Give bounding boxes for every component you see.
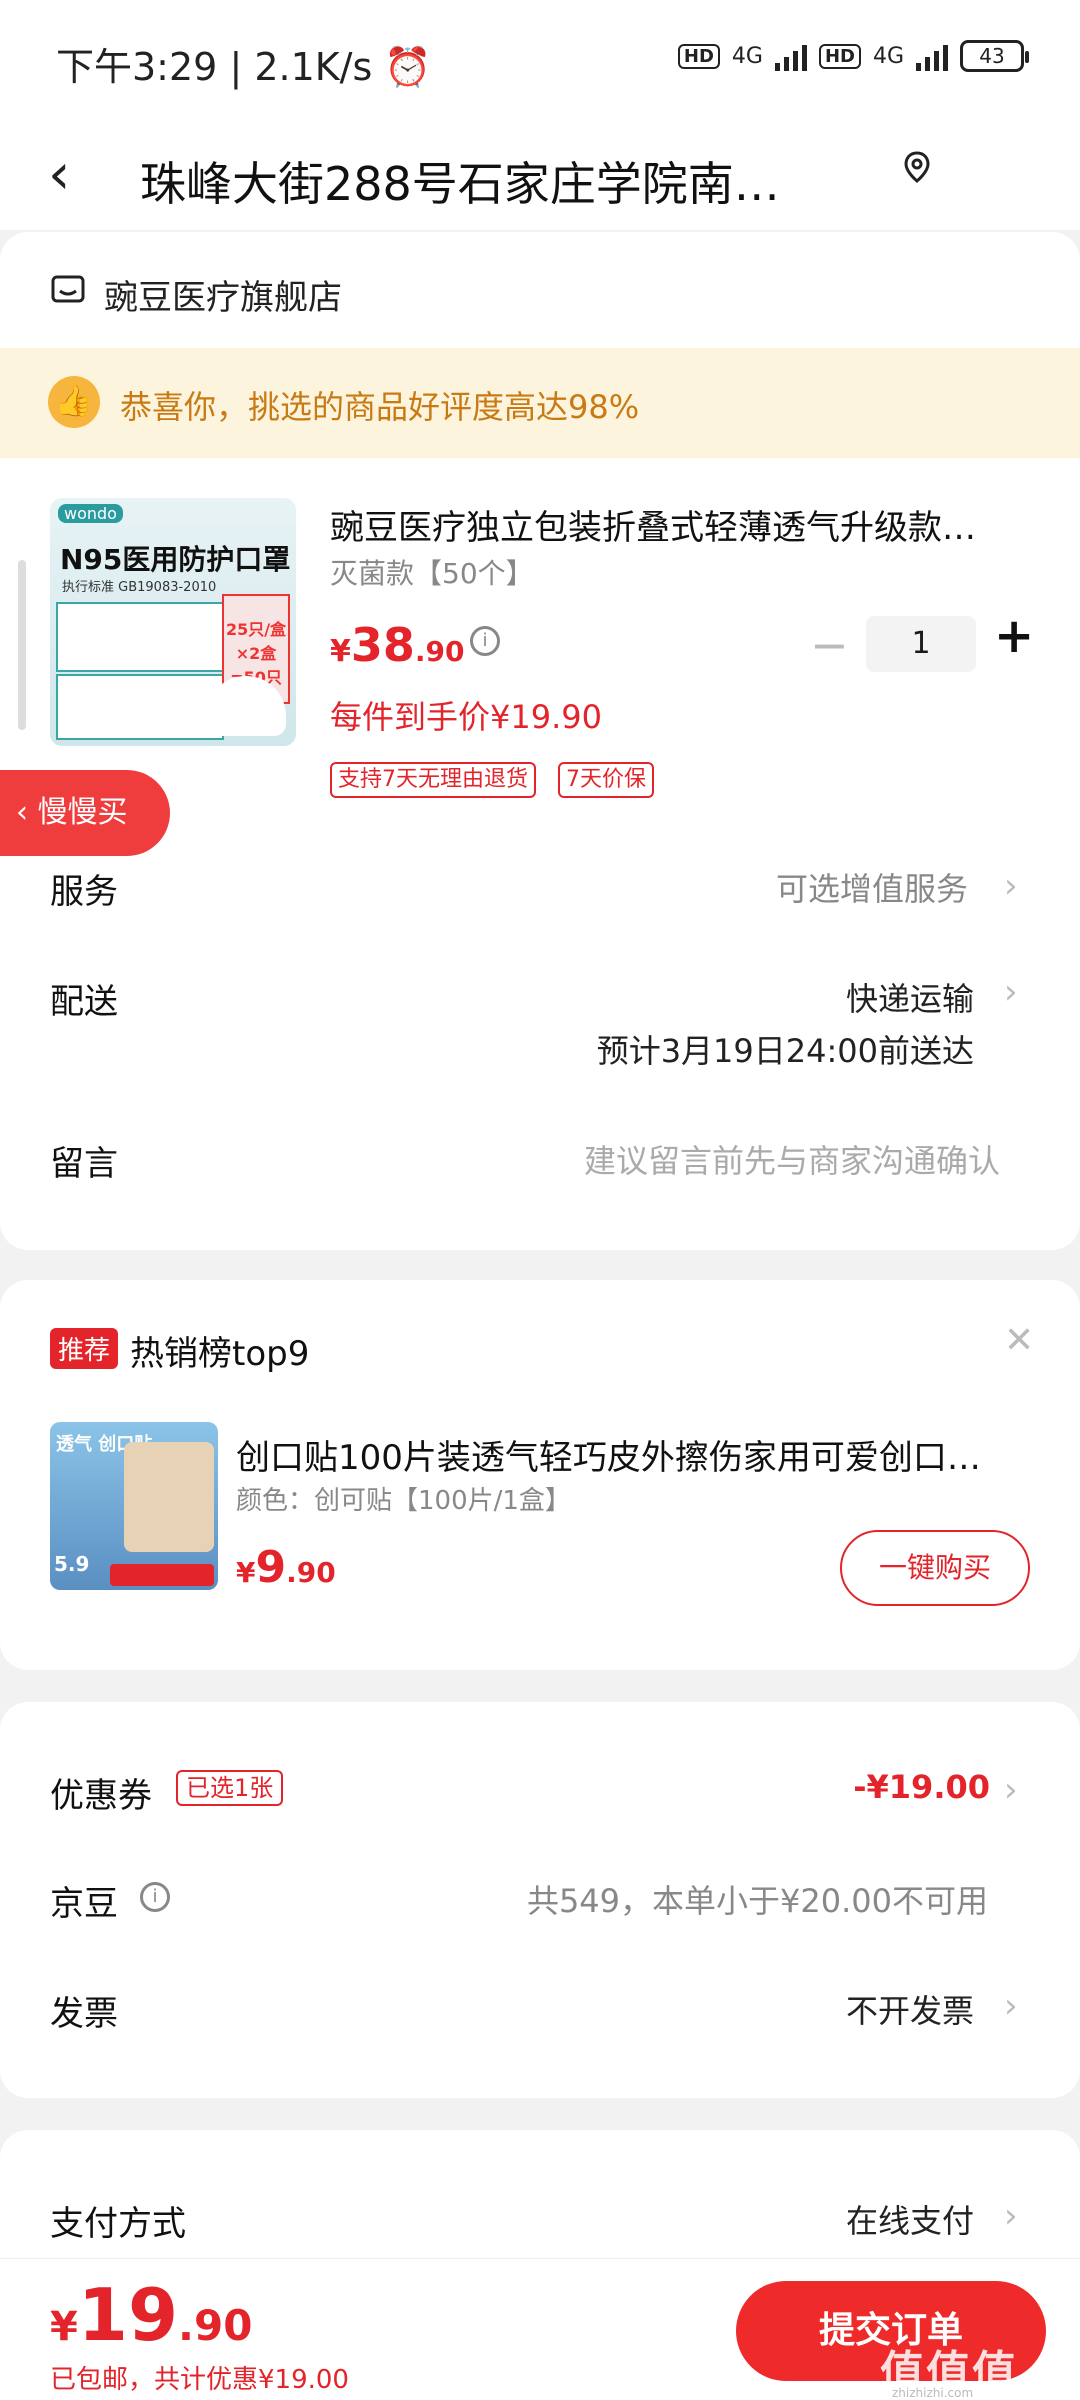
- recommend-badge: 推荐: [50, 1328, 119, 1369]
- price-dec: .90: [286, 1556, 336, 1589]
- price-symbol: ¥: [50, 2304, 78, 2350]
- product-price: ¥38.90: [330, 618, 465, 672]
- praise-banner: 👍 恭喜你，挑选的商品好评度高达98%: [0, 348, 1080, 458]
- coupon-label: 优惠券: [50, 1776, 152, 1816]
- store-icon: [50, 272, 86, 310]
- battery-icon: 43: [960, 40, 1029, 72]
- product-variant[interactable]: 灭菌款【50个】: [330, 552, 534, 592]
- delivery-label: 配送: [50, 982, 118, 1022]
- image-box-2: [56, 674, 224, 740]
- info-icon[interactable]: i: [470, 626, 500, 656]
- price-dec: .90: [414, 635, 465, 668]
- image-title: N95医用防护口罩: [60, 543, 291, 576]
- back-icon[interactable]: ‹: [48, 142, 70, 207]
- recommend-item-name[interactable]: 创口贴100片装透气轻巧皮外擦伤家用可爱创口…: [236, 1430, 1026, 1479]
- image-brand: wondo: [58, 504, 123, 523]
- status-time: 下午3:29 | 2.1K/s ⏰: [56, 45, 432, 89]
- minus-button[interactable]: −: [810, 618, 849, 672]
- total-price: ¥19.90: [50, 2273, 252, 2357]
- plus-button[interactable]: +: [994, 608, 1034, 664]
- scroll-indicator: [18, 560, 26, 730]
- hd-badge-2: HD: [818, 43, 861, 69]
- store-name[interactable]: 豌豆医疗旗舰店: [104, 270, 342, 319]
- per-item-price: 每件到手价¥19.90: [330, 698, 602, 736]
- price-int: 38: [350, 618, 415, 672]
- delivery-address[interactable]: 珠峰大街288号石家庄学院南…: [140, 148, 780, 214]
- price-symbol: ¥: [330, 634, 351, 669]
- delivery-eta: 预计3月19日24:00前送达: [596, 1032, 974, 1070]
- discount-card: 优惠券 已选1张 -¥19.00 › 京豆 i 共549，本单小于¥20.00不…: [0, 1702, 1080, 2098]
- invoice-label: 发票: [50, 1994, 118, 2034]
- coupon-value[interactable]: -¥19.00: [853, 1768, 990, 1806]
- invoice-value[interactable]: 不开发票: [846, 1986, 974, 2032]
- recommend-title: 热销榜top9: [130, 1334, 310, 1374]
- product-image[interactable]: wondo N95医用防护口罩 执行标准 GB19083-2010 25只/盒×…: [50, 498, 296, 746]
- chevron-right-icon[interactable]: ›: [1004, 866, 1018, 906]
- alarm-icon: ⏰: [384, 45, 432, 89]
- rec-image-bar: [110, 1564, 214, 1586]
- jd-bean-value: 共549，本单小于¥20.00不可用: [526, 1882, 988, 1920]
- price-int: 19: [77, 2273, 179, 2357]
- net-type-2: 4G: [872, 43, 904, 69]
- chevron-right-icon[interactable]: ›: [1004, 2196, 1018, 2236]
- recommend-item-variant: 颜色：创可贴【100片/1盒】: [236, 1486, 571, 1516]
- location-icon[interactable]: [900, 150, 934, 188]
- chevron-right-icon[interactable]: ›: [1004, 1986, 1018, 2026]
- price-int: 9: [255, 1542, 287, 1593]
- close-icon[interactable]: ✕: [1004, 1320, 1034, 1361]
- net-type: 4G: [731, 43, 763, 69]
- chevron-right-icon[interactable]: ›: [1004, 1770, 1018, 1810]
- signal-icon: [774, 41, 807, 71]
- return-tag: 支持7天无理由退货: [330, 762, 536, 798]
- address-header: ‹ 珠峰大街288号石家庄学院南…: [0, 120, 1080, 230]
- signal-icon-2: [916, 41, 948, 71]
- service-label: 服务: [50, 872, 118, 912]
- recommend-price: ¥9.90: [236, 1542, 336, 1593]
- slow-buy-label: 慢慢买: [37, 795, 128, 830]
- delivery-value[interactable]: 快递运输: [846, 974, 974, 1020]
- status-bar: 下午3:29 | 2.1K/s ⏰ HD 4G HD 4G 43: [0, 0, 1080, 120]
- hd-badge: HD: [677, 43, 720, 69]
- time-text: 下午3:29: [56, 45, 218, 89]
- slow-buy-button[interactable]: ‹ 慢慢买: [0, 770, 170, 856]
- rec-image-price: 5.9: [54, 1552, 90, 1576]
- image-box: [56, 602, 224, 672]
- payment-value[interactable]: 在线支付: [846, 2196, 974, 2242]
- recommend-card: 推荐 热销榜top9 ✕ 透气 创口贴 5.9 创口贴100片装透气轻巧皮外擦伤…: [0, 1280, 1080, 1670]
- price-dec: .90: [178, 2301, 253, 2350]
- chevron-left-icon: ‹: [16, 795, 38, 830]
- image-standard: 执行标准 GB19083-2010: [62, 580, 217, 595]
- chevron-right-icon[interactable]: ›: [1004, 972, 1018, 1012]
- quantity-input[interactable]: 1: [866, 616, 976, 672]
- coupon-selected-tag: 已选1张: [176, 1770, 284, 1806]
- service-value[interactable]: 可选增值服务: [776, 864, 968, 910]
- thumbs-up-icon: 👍: [48, 376, 100, 428]
- net-speed: 2.1K/s: [254, 45, 373, 89]
- note-input[interactable]: 建议留言前先与商家沟通确认: [584, 1136, 1000, 1182]
- product-title[interactable]: 豌豆医疗独立包装折叠式轻薄透气升级款…: [330, 500, 1030, 549]
- note-label: 留言: [50, 1144, 118, 1184]
- recommend-image[interactable]: 透气 创口贴 5.9: [50, 1422, 218, 1590]
- payment-label: 支付方式: [50, 2204, 186, 2244]
- price-symbol: ¥: [236, 1556, 256, 1589]
- praise-text: 恭喜你，挑选的商品好评度高达98%: [120, 388, 640, 426]
- watermark-url: zhizhizhi.com: [892, 2386, 974, 2400]
- order-item-card: 豌豆医疗旗舰店 👍 恭喜你，挑选的商品好评度高达98% wondo N95医用防…: [0, 232, 1080, 1250]
- one-click-buy-button[interactable]: 一键购买: [840, 1530, 1030, 1606]
- status-icons: HD 4G HD 4G 43: [677, 40, 1029, 72]
- price-protect-tag: 7天价保: [558, 762, 654, 798]
- total-note: 已包邮，共计优惠¥19.00: [50, 2365, 349, 2395]
- bandage-shape: [124, 1442, 214, 1552]
- info-icon[interactable]: i: [140, 1882, 170, 1912]
- jd-bean-label: 京豆: [50, 1884, 118, 1924]
